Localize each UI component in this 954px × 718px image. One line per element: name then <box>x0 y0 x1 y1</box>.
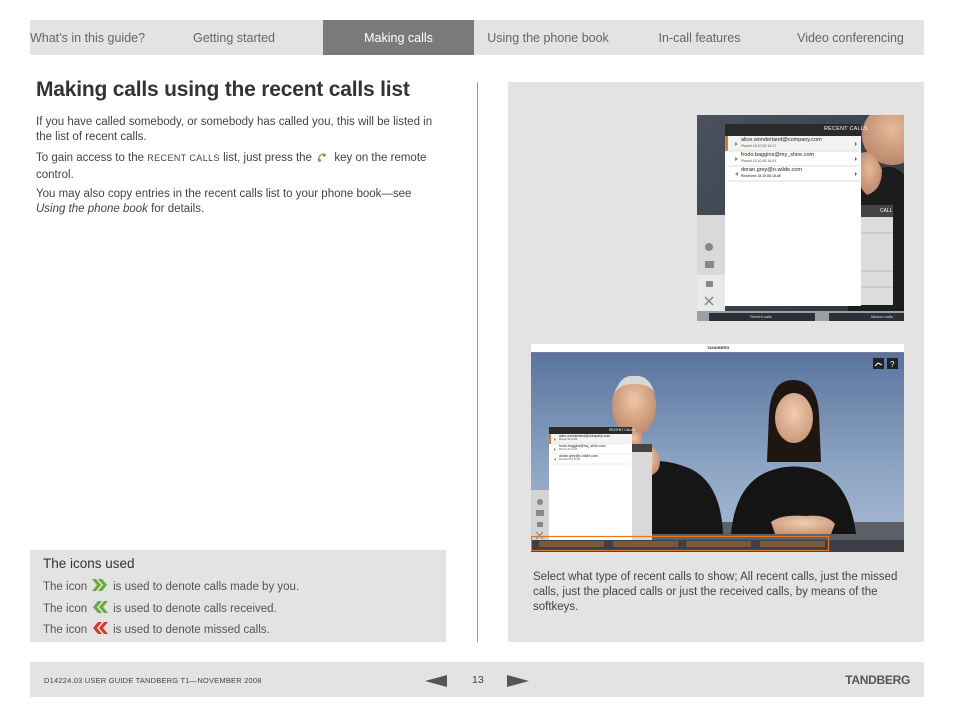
tandberg-logo: TANDBERG <box>845 673 910 687</box>
column-divider <box>477 82 478 642</box>
access-text-before: To gain access to the <box>36 152 145 164</box>
icon-row-prefix: The icon <box>43 602 88 615</box>
softkey-recent-calls[interactable]: Recent calls <box>750 314 772 319</box>
monitor-entry[interactable]: frodo.baggins@my_shire.com Placed 16.10.… <box>559 444 606 452</box>
recent-calls-menu-screenshot: RECENT CALLS CALL alice.wonderland@compa… <box>697 115 904 321</box>
zoom-dialog-header: RECENT CALLS <box>824 126 868 132</box>
monitor-entry[interactable]: alice.wonderland@company.com Placed 15.1… <box>559 434 610 442</box>
placed-call-chevron-icon <box>91 578 109 595</box>
softkey-missed-calls[interactable]: Missed calls <box>871 314 893 319</box>
tab-video-conferencing[interactable]: Video conferencing <box>777 20 924 55</box>
icon-row-missed: The icon is used to denote missed calls. <box>43 621 270 638</box>
monitor-entry-detail: Placed 15.10.08 <box>559 438 578 441</box>
next-page-arrow-icon[interactable] <box>507 674 529 692</box>
zoom-entry-detail: Placed 15.10.08 16.21 <box>741 144 777 148</box>
icon-row-prefix: The icon <box>43 623 88 636</box>
icons-used-box: The icons used The icon is used to denot… <box>30 550 446 642</box>
icon-row-placed: The icon is used to denote calls made by… <box>43 578 299 595</box>
icon-row-description: is used to denote missed calls. <box>113 623 270 636</box>
icon-row-description: is used to denote calls made by you. <box>113 580 300 593</box>
zoom-entry[interactable]: alice.wonderland@company.com Placed 15.1… <box>741 137 822 149</box>
monitor-entry-detail: Received 15.10.08 <box>559 458 580 461</box>
monitor-entry[interactable]: doran.grey@o.wilde.com Received 15.10.08 <box>559 454 598 462</box>
recent-calls-keyword: RECENT CALLS <box>147 153 220 163</box>
tab-whats-in-this-guide[interactable]: What’s in this guide? <box>30 20 145 55</box>
illustration-panel: RECENT CALLS CALL alice.wonderland@compa… <box>508 82 924 642</box>
zoom-entry[interactable]: frodo.baggins@my_shire.com Placed 16.10.… <box>741 152 814 164</box>
copy-text-after: for details. <box>151 203 205 215</box>
document-id: D14224.03 USER GUIDE TANDBERG T1—NOVEMBE… <box>44 676 262 685</box>
zoom-entry-detail: Received 15.10.08 15.46 <box>741 174 781 178</box>
phone-book-reference[interactable]: Using the phone book <box>36 203 148 215</box>
tab-getting-started[interactable]: Getting started <box>145 20 323 55</box>
zoom-entry[interactable]: doran.grey@o.wilde.com Received 15.10.08… <box>741 167 802 179</box>
missed-call-chevron-icon <box>91 621 109 638</box>
tab-using-the-phone-book[interactable]: Using the phone book <box>474 20 622 55</box>
access-text-middle: list, just press the <box>223 152 312 164</box>
copy-paragraph: You may also copy entries in the recent … <box>36 187 436 217</box>
page-number: 13 <box>472 674 484 686</box>
monitor-screenshot: ? TANDBERG RECENT CALLS alice.wonderland… <box>531 344 904 552</box>
monitor-entry-detail: Placed 16.10.08 <box>559 448 578 451</box>
top-navigation: What’s in this guide? Getting started Ma… <box>30 20 924 55</box>
tab-making-calls[interactable]: Making calls <box>323 20 474 55</box>
zoom-entry-detail: Placed 16.10.08 16.41 <box>741 159 777 163</box>
icon-row-prefix: The icon <box>43 580 88 593</box>
phone-key-icon <box>317 152 329 168</box>
monitor-brand: TANDBERG <box>707 345 730 350</box>
previous-page-arrow-icon[interactable] <box>425 674 447 692</box>
icon-row-description: is used to denote calls received. <box>113 602 277 615</box>
softkeys-caption: Select what type of recent calls to show… <box>533 571 898 613</box>
svg-text:?: ? <box>890 360 895 369</box>
intro-paragraph: If you have called somebody, or somebody… <box>36 116 433 143</box>
icons-used-title: The icons used <box>43 556 135 571</box>
copy-text-before: You may also copy entries in the recent … <box>36 188 412 200</box>
received-call-chevron-icon <box>91 600 109 617</box>
zoom-side-label: CALL <box>880 208 893 214</box>
monitor-dialog-header: RECENT CALLS <box>609 428 636 432</box>
page-title: Making calls using the recent calls list <box>36 78 410 101</box>
access-paragraph: To gain access to the RECENT CALLS list,… <box>36 151 436 183</box>
icon-row-received: The icon is used to denote calls receive… <box>43 600 277 617</box>
tab-in-call-features[interactable]: In-call features <box>622 20 777 55</box>
page-footer: D14224.03 USER GUIDE TANDBERG T1—NOVEMBE… <box>30 662 924 697</box>
